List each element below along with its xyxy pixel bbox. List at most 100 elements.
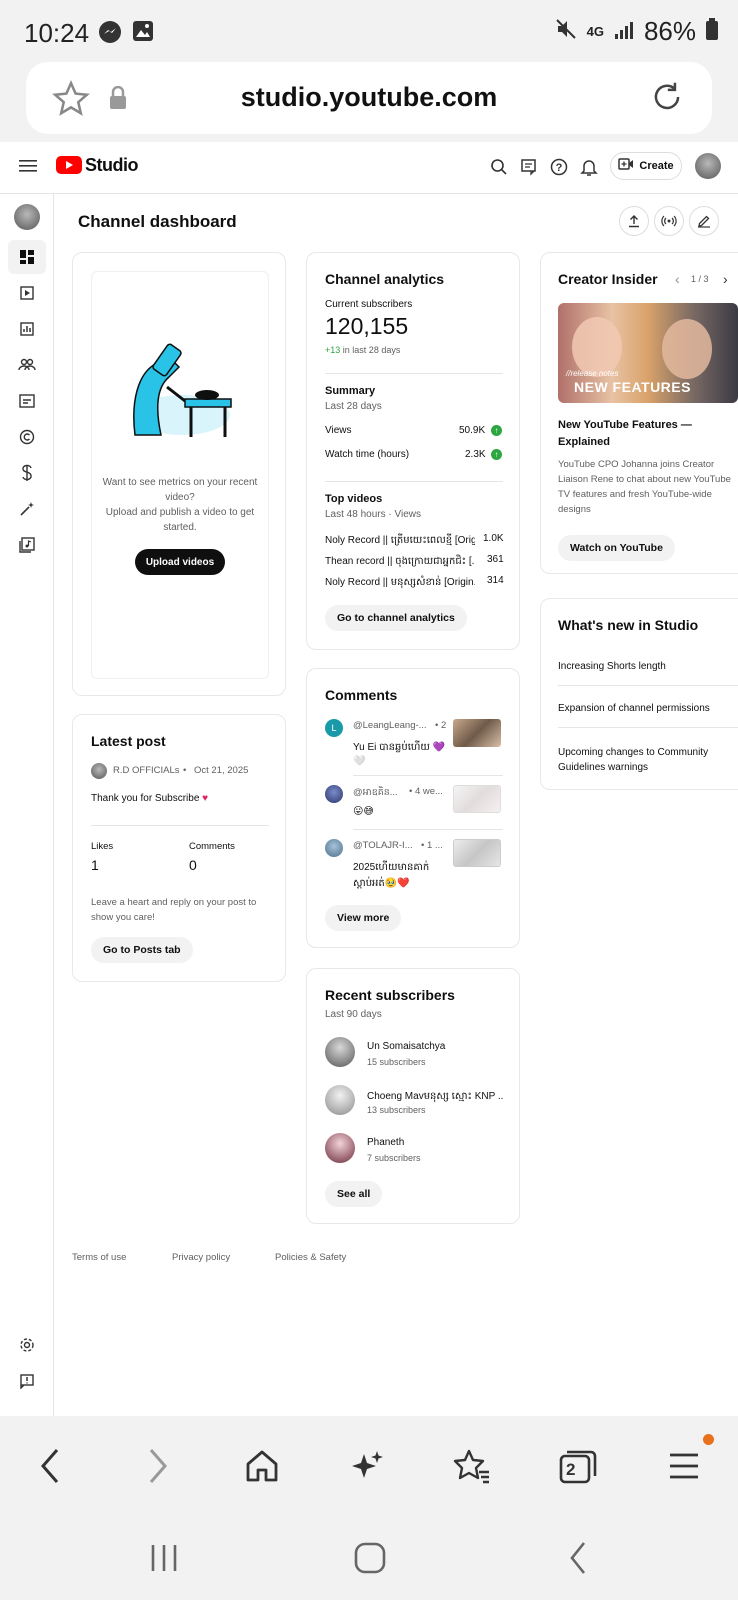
top-video-views: 1.0K xyxy=(483,533,504,544)
video-thumbnail[interactable] xyxy=(453,785,501,813)
tab-count: 2 xyxy=(566,1460,576,1479)
sidebar-item-community[interactable] xyxy=(8,348,46,382)
top-video-title[interactable]: Noly Record || មនុស្សសំខាន់ [Origin... xyxy=(325,575,475,590)
recent-subscribers-card: Recent subscribers Last 90 days Un Somai… xyxy=(306,968,520,1224)
page-title: Channel dashboard xyxy=(78,212,237,231)
sidebar-item-audio-library[interactable] xyxy=(8,528,46,562)
upload-message-1: Want to see metrics on your recent video… xyxy=(102,477,258,503)
forward-button[interactable] xyxy=(134,1442,182,1490)
sidebar-item-feedback[interactable] xyxy=(8,1364,46,1398)
sidebar-item-copyright[interactable] xyxy=(8,420,46,454)
sidebar-item-analytics[interactable] xyxy=(8,312,46,346)
top-video-title[interactable]: Noly Record || ត្រើមយេះពេលខ្មី [Origi... xyxy=(325,533,475,548)
go-to-posts-button[interactable]: Go to Posts tab xyxy=(91,937,193,963)
subs-change: +13 in last 28 days xyxy=(325,345,401,355)
subscriber-name[interactable]: Un Somaisatchya xyxy=(367,1041,445,1052)
post-text: Thank you for Subscribe ♥ xyxy=(91,793,209,804)
top-video-views: 314 xyxy=(487,575,504,586)
create-post-button[interactable] xyxy=(689,206,719,236)
top-video-title[interactable]: Thean record || ចុងក្រោយជាអ្នកជិះ [... xyxy=(325,554,475,569)
studio-logo-text: Studio xyxy=(85,155,139,175)
chevron-left-icon xyxy=(41,1449,59,1483)
upload-videos-button[interactable]: Upload videos xyxy=(135,549,225,575)
sidebar-item-subtitles[interactable] xyxy=(8,384,46,418)
go-to-analytics-button[interactable]: Go to channel analytics xyxy=(325,605,467,631)
sidebar-item-content[interactable] xyxy=(8,276,46,310)
create-button[interactable]: Create xyxy=(610,152,682,180)
bookmarks-icon xyxy=(453,1449,489,1484)
back-system-button[interactable] xyxy=(556,1536,600,1580)
feedback-icon[interactable] xyxy=(520,158,538,181)
comment-time: • 2 xyxy=(435,720,447,731)
subscriber-avatar[interactable] xyxy=(325,1085,355,1115)
subscriber-avatar[interactable] xyxy=(325,1037,355,1067)
video-thumbnail[interactable]: //release notes NEW FEATURES xyxy=(558,303,738,403)
subscriber-count: 7 subscribers xyxy=(367,1153,421,1163)
previous-icon[interactable]: ‹ xyxy=(675,271,680,287)
battery-level: 86% xyxy=(643,16,696,46)
ai-assist-button[interactable] xyxy=(344,1442,392,1490)
upload-icon xyxy=(629,215,639,228)
pager-text: 1 / 3 xyxy=(691,274,709,284)
post-date: Oct 21, 2025 xyxy=(194,765,249,776)
whats-new-card: What's new in Studio Increasing Shorts l… xyxy=(540,598,738,790)
comments-title: Comments xyxy=(325,687,398,703)
sidebar-item-earn[interactable] xyxy=(8,456,46,490)
youtube-logo-icon[interactable] xyxy=(56,156,82,179)
upload-button[interactable] xyxy=(619,206,649,236)
system-nav-bar xyxy=(0,1516,738,1600)
live-icon xyxy=(661,215,677,227)
channel-avatar[interactable] xyxy=(14,204,40,230)
copyright-icon xyxy=(19,429,35,445)
account-avatar[interactable] xyxy=(695,153,721,179)
whats-new-item[interactable]: Upcoming changes to Community Guidelines… xyxy=(558,745,738,775)
privacy-link[interactable]: Privacy policy xyxy=(172,1252,230,1263)
recent-apps-button[interactable] xyxy=(142,1536,186,1580)
video-thumbnail[interactable] xyxy=(453,719,501,747)
menu-icon[interactable] xyxy=(19,158,37,179)
notifications-icon[interactable] xyxy=(580,157,598,182)
policies-link[interactable]: Policies & Safety xyxy=(275,1252,346,1263)
help-icon[interactable]: ? xyxy=(550,158,568,181)
url-text: studio.youtube.com xyxy=(240,82,498,112)
home-system-button[interactable] xyxy=(348,1536,392,1580)
sidebar-item-dashboard[interactable] xyxy=(8,240,46,274)
next-icon[interactable]: › xyxy=(723,271,728,287)
summary-title: Summary xyxy=(325,385,376,397)
terms-link[interactable]: Terms of use xyxy=(72,1252,126,1263)
view-more-button[interactable]: View more xyxy=(325,905,402,931)
upload-message-2: Upload and publish a video to get starte… xyxy=(105,507,255,533)
post-author-avatar xyxy=(91,763,107,779)
whats-new-item[interactable]: Increasing Shorts length xyxy=(558,661,738,672)
subscriber-name[interactable]: Choeng Mavមនុស្ស ស្មោះ KNP ... xyxy=(367,1089,503,1104)
reload-icon[interactable] xyxy=(648,78,686,121)
see-all-button[interactable]: See all xyxy=(325,1181,383,1207)
whats-new-item[interactable]: Expansion of channel permissions xyxy=(558,703,738,714)
whats-new-title: What's new in Studio xyxy=(558,617,699,633)
bookmarks-button[interactable] xyxy=(448,1442,496,1490)
subscriber-name[interactable]: Phaneth xyxy=(367,1137,404,1148)
watch-time-value: 2.3K xyxy=(465,449,486,460)
video-thumbnail[interactable] xyxy=(453,839,501,867)
comments-label: Comments xyxy=(189,841,235,852)
sidebar-item-settings[interactable] xyxy=(8,1328,46,1362)
subscribers-title: Recent subscribers xyxy=(325,987,455,1003)
insider-video-title[interactable]: New YouTube Features — Explained xyxy=(558,417,738,451)
go-live-button[interactable] xyxy=(654,206,684,236)
home-button[interactable] xyxy=(238,1442,286,1490)
watch-on-youtube-button[interactable]: Watch on YouTube xyxy=(558,535,675,561)
comment-text: 2025ហើយមានគាក់ xyxy=(353,862,430,873)
subscriber-avatar[interactable] xyxy=(325,1133,355,1163)
address-bar[interactable]: studio.youtube.com xyxy=(26,62,712,134)
sidebar xyxy=(0,194,54,1416)
back-button[interactable] xyxy=(26,1442,74,1490)
comment-author: @អាឧគិន... xyxy=(353,787,398,798)
tabs-button[interactable]: 2 xyxy=(554,1442,602,1490)
post-hint: Leave a heart and reply on your post to … xyxy=(91,897,257,923)
home-circle-icon xyxy=(354,1542,386,1574)
search-icon[interactable] xyxy=(490,158,508,181)
sparkle-icon xyxy=(352,1451,383,1478)
sidebar-item-customization[interactable] xyxy=(8,492,46,526)
views-label: Views xyxy=(325,425,352,436)
browser-menu-button[interactable] xyxy=(660,1434,714,1490)
